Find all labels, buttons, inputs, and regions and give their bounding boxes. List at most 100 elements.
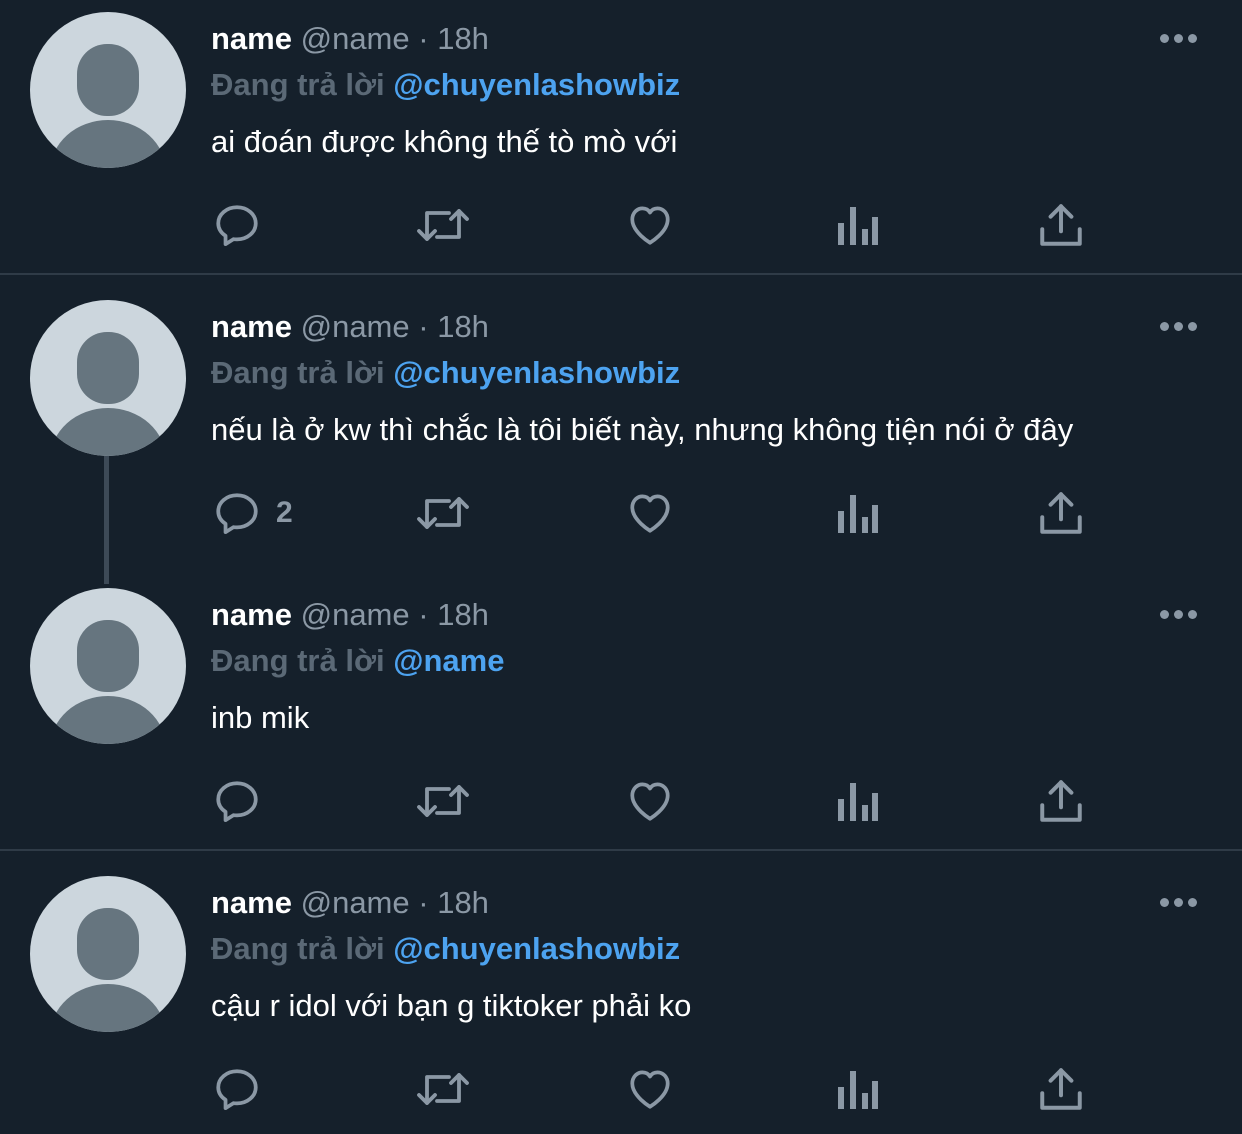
display-name[interactable]: name — [211, 309, 292, 344]
timestamp[interactable]: 18h — [437, 597, 489, 632]
display-name[interactable]: name — [211, 597, 292, 632]
action-bar — [0, 197, 1242, 253]
reply-button[interactable] — [212, 197, 276, 253]
tweet[interactable]: name @name · 18h Đang trả lời @chuyenlas… — [0, 864, 1242, 1134]
share-icon — [1040, 492, 1082, 534]
more-button[interactable] — [1158, 317, 1200, 337]
reply-button[interactable]: 2 — [212, 485, 293, 541]
tweet-text: inb mik — [211, 700, 310, 735]
replying-to: Đang trả lời @chuyenlashowbiz — [211, 65, 680, 105]
timestamp[interactable]: 18h — [437, 885, 489, 920]
share-button[interactable] — [1038, 773, 1084, 829]
display-name[interactable]: name — [211, 885, 292, 920]
more-dot — [1188, 610, 1197, 619]
more-horizontal-icon — [1160, 34, 1169, 43]
more-button[interactable] — [1158, 605, 1200, 625]
timestamp[interactable]: 18h — [437, 21, 489, 56]
divider — [0, 273, 1242, 275]
like-button[interactable] — [625, 197, 675, 253]
tweet-header: name @name · 18h — [211, 595, 489, 635]
timestamp[interactable]: 18h — [437, 309, 489, 344]
reply-button[interactable] — [212, 773, 276, 829]
like-icon — [630, 494, 670, 533]
more-horizontal-icon — [1160, 898, 1169, 907]
mention-link[interactable]: @chuyenlashowbiz — [393, 67, 680, 102]
share-button[interactable] — [1038, 1061, 1084, 1117]
analytics-button[interactable] — [834, 773, 878, 829]
more-horizontal-icon — [1160, 610, 1169, 619]
mention-link[interactable]: @chuyenlashowbiz — [393, 931, 680, 966]
more-dot — [1174, 34, 1183, 43]
replying-prefix: Đang trả lời — [211, 355, 385, 390]
replying-to: Đang trả lời @name — [211, 641, 504, 681]
reply-button[interactable] — [212, 1061, 276, 1117]
analytics-button[interactable] — [834, 197, 878, 253]
more-dot — [1188, 322, 1197, 331]
separator: · — [418, 885, 429, 920]
avatar[interactable] — [30, 588, 186, 744]
retweet-button[interactable] — [415, 1061, 471, 1117]
more-dot — [1188, 34, 1197, 43]
avatar[interactable] — [30, 12, 186, 168]
like-icon — [630, 782, 670, 821]
tweet[interactable]: name @name · 18h Đang trả lời @chuyenlas… — [0, 0, 1242, 274]
replying-to: Đang trả lời @chuyenlashowbiz — [211, 353, 680, 393]
action-bar — [0, 773, 1242, 829]
default-avatar-icon — [50, 44, 166, 168]
more-dot — [1174, 610, 1183, 619]
share-icon — [1040, 1068, 1082, 1110]
tweet-header: name @name · 18h — [211, 19, 489, 59]
analytics-icon — [838, 207, 878, 245]
like-button[interactable] — [625, 1061, 675, 1117]
tweet-text: ai đoán được không thế tò mò với — [211, 124, 678, 159]
share-button[interactable] — [1038, 197, 1084, 253]
default-avatar-icon — [50, 620, 166, 744]
tweet[interactable]: name @name · 18h Đang trả lời @name inb … — [0, 576, 1242, 850]
retweet-icon — [417, 497, 469, 529]
tweet-text: cậu r idol với bạn g tiktoker phải ko — [211, 988, 692, 1023]
more-dot — [1174, 898, 1183, 907]
reply-icon — [216, 1069, 258, 1111]
display-name[interactable]: name — [211, 21, 292, 56]
handle[interactable]: @name — [301, 309, 410, 344]
analytics-icon — [838, 1071, 878, 1109]
separator: · — [418, 597, 429, 632]
tweet-text: nếu là ở kw thì chắc là tôi biết này, nh… — [211, 412, 1074, 447]
avatar[interactable] — [30, 300, 186, 456]
default-avatar-icon — [50, 908, 166, 1032]
action-bar: 2 — [0, 485, 1242, 541]
tweet-header: name @name · 18h — [211, 883, 489, 923]
reply-icon — [216, 205, 258, 247]
analytics-button[interactable] — [834, 1061, 878, 1117]
more-horizontal-icon — [1160, 322, 1169, 331]
separator: · — [418, 309, 429, 344]
share-icon — [1040, 780, 1082, 822]
retweet-icon — [417, 209, 469, 241]
default-avatar-icon — [50, 332, 166, 456]
retweet-button[interactable] — [415, 773, 471, 829]
tweet[interactable]: name @name · 18h Đang trả lời @chuyenlas… — [0, 288, 1242, 576]
reply-icon — [216, 493, 258, 535]
replying-to: Đang trả lời @chuyenlashowbiz — [211, 929, 680, 969]
mention-link[interactable]: @name — [393, 643, 504, 678]
handle[interactable]: @name — [301, 597, 410, 632]
retweet-button[interactable] — [415, 485, 471, 541]
more-button[interactable] — [1158, 893, 1200, 913]
handle[interactable]: @name — [301, 885, 410, 920]
analytics-button[interactable] — [834, 485, 878, 541]
more-button[interactable] — [1158, 29, 1200, 49]
handle[interactable]: @name — [301, 21, 410, 56]
replying-prefix: Đang trả lời — [211, 931, 385, 966]
tweet-header: name @name · 18h — [211, 307, 489, 347]
divider — [0, 849, 1242, 851]
share-button[interactable] — [1038, 485, 1084, 541]
like-button[interactable] — [625, 773, 675, 829]
mention-link[interactable]: @chuyenlashowbiz — [393, 355, 680, 390]
retweet-icon — [417, 785, 469, 817]
like-icon — [630, 1070, 670, 1109]
retweet-button[interactable] — [415, 197, 471, 253]
like-button[interactable] — [625, 485, 675, 541]
analytics-icon — [838, 783, 878, 821]
separator: · — [418, 21, 429, 56]
avatar[interactable] — [30, 876, 186, 1032]
